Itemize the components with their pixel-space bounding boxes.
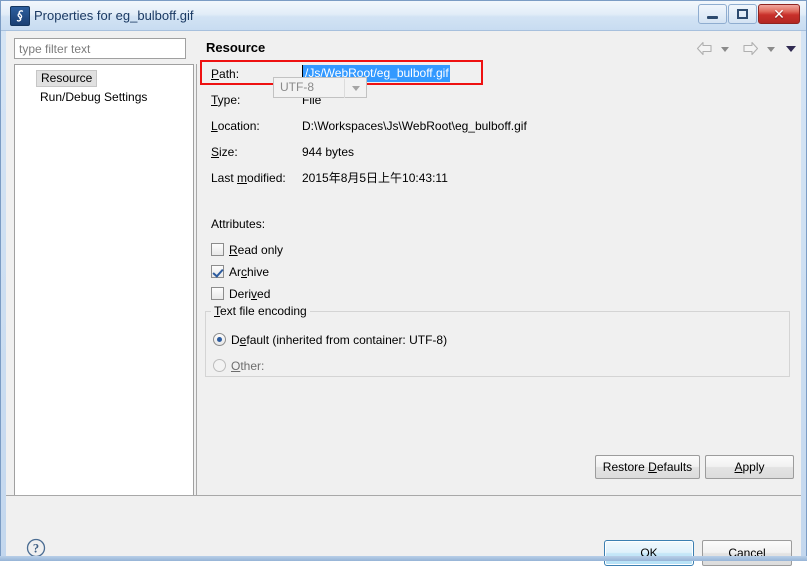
minimize-icon: [707, 16, 718, 19]
close-icon: ✕: [773, 6, 785, 22]
checkbox-archive-box[interactable]: [211, 265, 224, 278]
property-label-last-modified: Last modified:: [211, 171, 286, 185]
encoding-combobox[interactable]: UTF-8: [273, 77, 367, 98]
checkbox-archive-label: Archive: [229, 265, 270, 279]
property-row-last-modified: Last modified: 2015年8月5日上午10:43:11: [197, 167, 801, 189]
minimize-button[interactable]: [698, 4, 727, 24]
checkbox-read-only-box[interactable]: [211, 243, 224, 256]
sidebar-item-run-debug-settings[interactable]: Run/Debug Settings: [36, 89, 151, 106]
restore-defaults-label: Restore Defaults: [602, 460, 693, 474]
page-navigation: [696, 39, 796, 59]
radio-default-encoding-label: Default (inherited from container: UTF-8…: [231, 333, 448, 347]
close-button[interactable]: ✕: [758, 4, 800, 24]
cancel-button[interactable]: Cancel: [702, 540, 792, 566]
property-label-size: Size:: [211, 145, 238, 159]
apply-button[interactable]: Apply: [705, 455, 794, 479]
svg-text:?: ?: [33, 542, 39, 556]
property-label-location: Location:: [211, 119, 260, 133]
restore-defaults-button[interactable]: Restore Defaults: [595, 455, 700, 479]
property-value-last-modified: 2015年8月5日上午10:43:11: [302, 171, 448, 185]
attributes-section: Attributes: Read only Archive Derived: [197, 217, 801, 307]
property-value-size: 944 bytes: [302, 145, 355, 159]
radio-other-encoding-label: Other:: [231, 359, 265, 373]
dialog-footer: ? OK Cancel: [6, 496, 801, 566]
property-label-path: Path:: [211, 67, 240, 81]
property-value-location: D:\Workspaces\Js\WebRoot\eg_bulboff.gif: [302, 119, 527, 133]
title-bar: Properties for eg_bulboff.gif ✕: [1, 1, 806, 31]
radio-default-encoding-box[interactable]: [213, 333, 226, 346]
window-title: Properties for eg_bulboff.gif: [34, 8, 194, 23]
help-icon[interactable]: ?: [26, 538, 46, 558]
checkbox-read-only-label: Read only: [229, 243, 284, 257]
property-row-location: Location: D:\Workspaces\Js\WebRoot\eg_bu…: [197, 115, 801, 137]
back-history-chevron-down-icon[interactable]: [721, 47, 729, 52]
checkbox-derived-label: Derived: [229, 287, 271, 301]
maximize-button[interactable]: [728, 4, 757, 24]
sidebar-item-label: Run/Debug Settings: [40, 90, 148, 104]
properties-dialog-window: Properties for eg_bulboff.gif ✕ Resource…: [0, 0, 807, 566]
encoding-combobox-value: UTF-8: [280, 80, 314, 94]
combobox-separator: [344, 79, 345, 98]
dialog-body: Resource Run/Debug Settings Resource: [6, 31, 801, 566]
ok-button[interactable]: OK: [604, 540, 694, 566]
back-arrow-icon[interactable]: [696, 41, 713, 56]
settings-tree[interactable]: Resource Run/Debug Settings: [14, 64, 194, 496]
sidebar-item-label: Resource: [41, 71, 93, 85]
filter-input[interactable]: [14, 38, 186, 59]
forward-arrow-icon[interactable]: [742, 41, 759, 56]
text-file-encoding-legend: Text file encoding: [211, 304, 310, 318]
maximize-icon: [737, 9, 748, 19]
forward-history-chevron-down-icon[interactable]: [767, 47, 775, 52]
sidebar-item-resource[interactable]: Resource: [36, 70, 98, 87]
property-row-size: Size: 944 bytes: [197, 141, 801, 163]
radio-other-encoding-box[interactable]: [213, 359, 226, 372]
window-bottom-glow: [0, 556, 807, 561]
chevron-down-icon[interactable]: [352, 86, 360, 91]
page-menu-chevron-down-icon[interactable]: [786, 46, 796, 52]
properties-icon: [10, 6, 30, 26]
apply-label: Apply: [734, 460, 765, 474]
page-title: Resource: [206, 40, 266, 55]
attributes-title: Attributes:: [211, 217, 266, 231]
resource-page: Resource Path: /Js/WebRoot/eg_bulboff.gi…: [197, 31, 801, 495]
property-label-type: Type:: [211, 93, 241, 107]
checkbox-derived-box[interactable]: [211, 287, 224, 300]
